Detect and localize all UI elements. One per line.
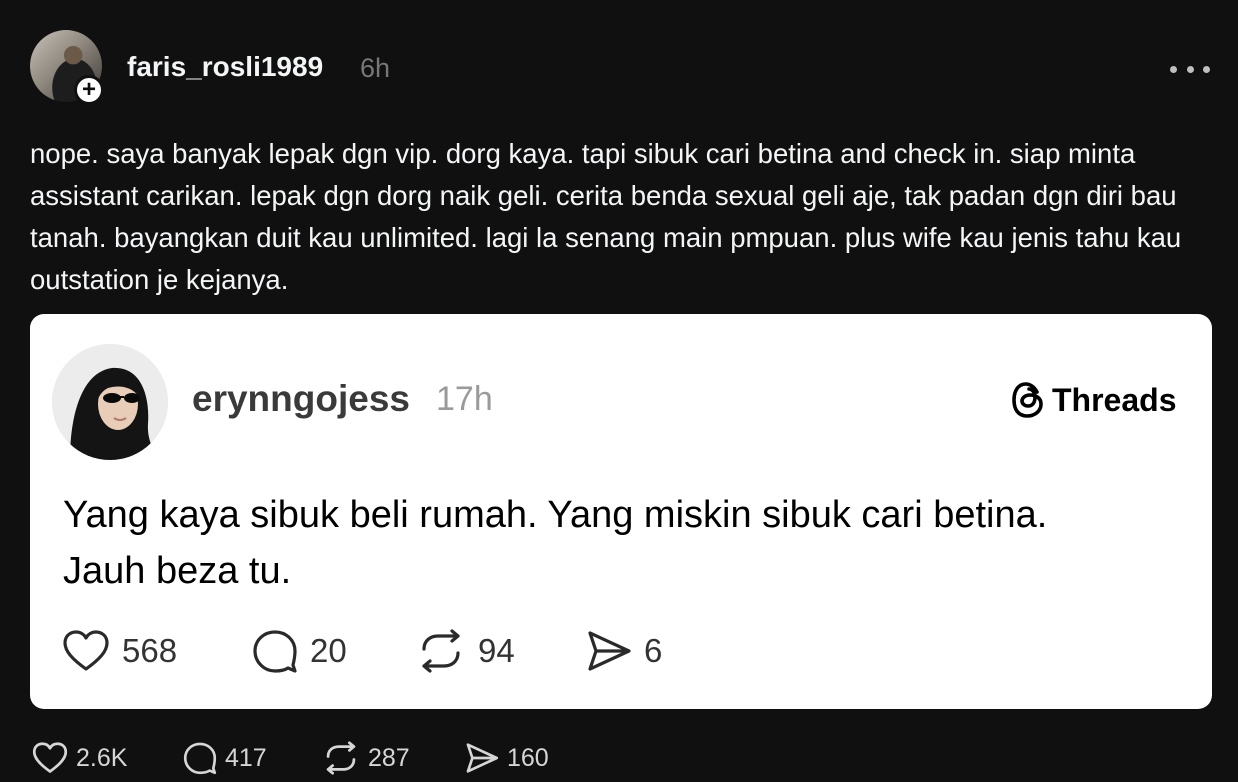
- quoted-reply-button[interactable]: 20: [252, 627, 347, 675]
- quoted-like-count: 568: [122, 632, 178, 669]
- quoted-repost-count: 94: [478, 632, 515, 669]
- repost-count: 287: [368, 743, 410, 772]
- post-body-text: nope. saya banyak lepak dgn vip. dorg ka…: [30, 138, 1182, 295]
- dot: [1170, 65, 1177, 73]
- quoted-post-timestamp: 17h: [436, 380, 493, 418]
- heart-icon: [32, 742, 68, 773]
- follow-button[interactable]: +: [74, 75, 104, 105]
- repost-icon: [326, 741, 356, 775]
- quoted-post-card[interactable]: erynngojess 17h Threads Yang kaya sibuk …: [30, 314, 1212, 709]
- like-count: 2.6K: [76, 743, 128, 772]
- author-avatar-container[interactable]: +: [30, 30, 104, 105]
- like-button[interactable]: 2.6K: [32, 738, 127, 778]
- share-count: 160: [507, 743, 549, 772]
- repost-icon: [422, 629, 460, 673]
- quoted-like-button[interactable]: 568: [62, 627, 177, 675]
- threads-logo-icon: [1012, 382, 1043, 418]
- quoted-share-button[interactable]: 6: [586, 627, 662, 675]
- share-button[interactable]: 160: [465, 738, 549, 778]
- quoted-post-text: Yang kaya sibuk beli rumah. Yang miskin …: [63, 487, 1183, 599]
- post-timestamp: 6h: [360, 53, 391, 83]
- send-icon: [588, 631, 631, 671]
- reply-button[interactable]: 417: [183, 738, 267, 778]
- comment-icon: [183, 742, 217, 775]
- threads-brand[interactable]: Threads: [1010, 380, 1176, 420]
- more-dots-icon[interactable]: [1170, 57, 1210, 81]
- threads-post-page: + faris_rosli1989 6h nope. saya banyak l…: [0, 0, 1238, 782]
- send-icon: [466, 743, 499, 773]
- quoted-author-username[interactable]: erynngojess: [192, 378, 410, 420]
- comment-icon: [253, 630, 297, 673]
- dot: [1186, 65, 1194, 73]
- quoted-author-avatar[interactable]: [52, 344, 168, 460]
- avatar-illustration-icon: [52, 344, 168, 460]
- reply-count: 417: [225, 743, 267, 772]
- threads-brand-label: Threads: [1052, 381, 1177, 418]
- heart-icon: [63, 630, 109, 671]
- quoted-share-count: 6: [644, 632, 663, 669]
- quoted-text-line-2: Jauh beza tu.: [63, 550, 292, 592]
- quoted-reply-count: 20: [310, 632, 347, 669]
- quoted-repost-button[interactable]: 94: [416, 627, 515, 675]
- quoted-text-line-1: Yang kaya sibuk beli rumah. Yang miskin …: [63, 494, 1048, 536]
- author-username[interactable]: faris_rosli1989: [127, 51, 323, 83]
- dot: [1203, 65, 1210, 73]
- repost-button[interactable]: 287: [322, 738, 410, 778]
